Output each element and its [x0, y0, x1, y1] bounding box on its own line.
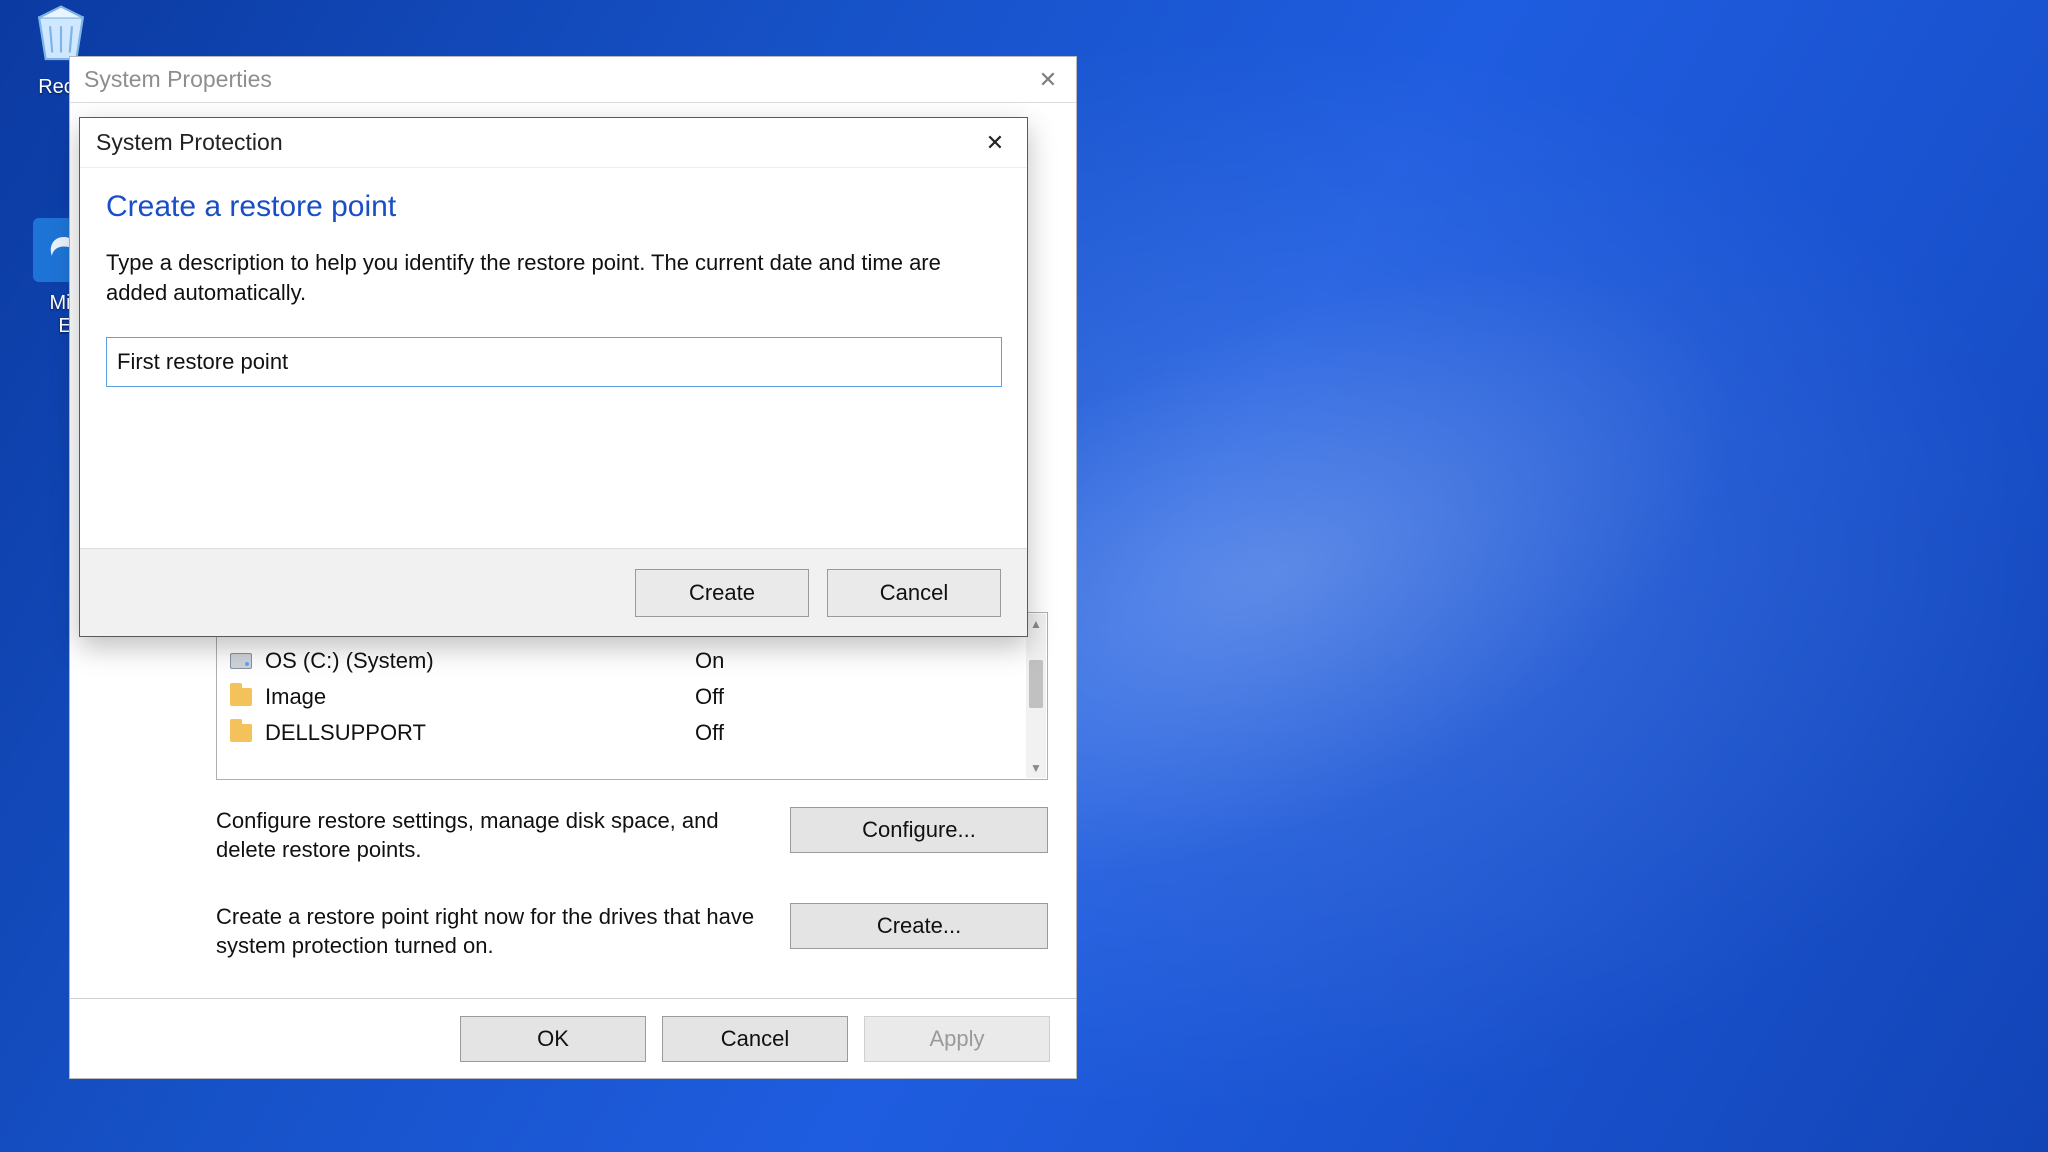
dialog-system-protection: System Protection ✕ Create a restore poi…	[79, 117, 1028, 637]
dialog-description: Type a description to help you identify …	[106, 248, 1001, 307]
titlebar[interactable]: System Properties ✕	[70, 57, 1076, 103]
titlebar[interactable]: System Protection ✕	[80, 118, 1027, 168]
drive-name: OS (C:) (System)	[265, 648, 695, 674]
configure-button[interactable]: Configure...	[790, 807, 1048, 853]
dialog-heading: Create a restore point	[106, 190, 1001, 224]
create-description: Create a restore point right now for the…	[216, 903, 776, 960]
close-icon: ✕	[1039, 67, 1057, 93]
close-button[interactable]: ✕	[1020, 57, 1076, 103]
cancel-button[interactable]: Cancel	[662, 1016, 848, 1062]
restore-point-description-input[interactable]	[106, 337, 1002, 387]
folder-icon	[227, 688, 255, 706]
apply-button: Apply	[864, 1016, 1050, 1062]
dialog-button-strip: Create Cancel	[80, 548, 1027, 636]
cancel-button[interactable]: Cancel	[827, 569, 1001, 617]
drive-icon	[227, 653, 255, 669]
close-button[interactable]: ✕	[963, 118, 1027, 168]
ok-button[interactable]: OK	[460, 1016, 646, 1062]
dialog-title: System Protection	[96, 129, 283, 156]
drive-row[interactable]: OS (C:) (System) On	[217, 643, 1047, 679]
drive-status: Off	[695, 720, 724, 746]
drive-list-scrollbar[interactable]: ▲ ▼	[1026, 614, 1046, 778]
configure-description: Configure restore settings, manage disk …	[216, 807, 776, 864]
drive-name: Image	[265, 684, 695, 710]
create-button[interactable]: Create...	[790, 903, 1048, 949]
drive-status: Off	[695, 684, 724, 710]
drive-status: On	[695, 648, 724, 674]
drive-name: DELLSUPPORT	[265, 720, 695, 746]
scroll-thumb[interactable]	[1029, 660, 1043, 708]
dialog-button-strip: OK Cancel Apply	[70, 998, 1076, 1078]
scroll-down-icon[interactable]: ▼	[1026, 758, 1046, 778]
drive-row[interactable]: Image Off	[217, 679, 1047, 715]
folder-icon	[227, 724, 255, 742]
create-button[interactable]: Create	[635, 569, 809, 617]
drive-list[interactable]: OS (C:) (System) On Image Off DELLSUPPOR…	[216, 612, 1048, 780]
scroll-up-icon[interactable]: ▲	[1026, 614, 1046, 634]
window-title: System Properties	[70, 66, 272, 93]
close-icon: ✕	[986, 130, 1004, 156]
drive-row[interactable]: DELLSUPPORT Off	[217, 715, 1047, 751]
